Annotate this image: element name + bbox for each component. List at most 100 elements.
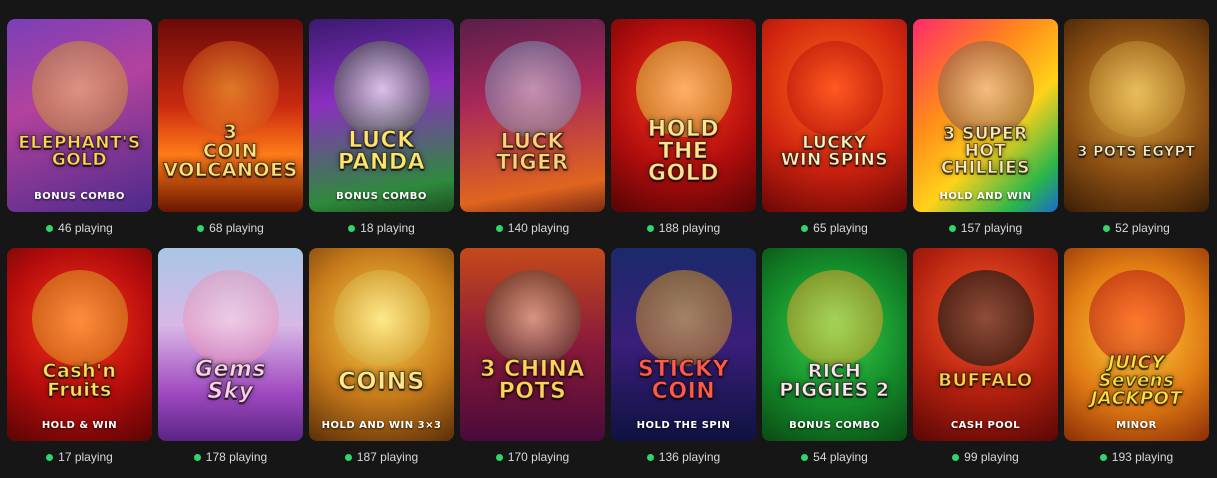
game-title: 3 SUPER HOT CHILLIES — [941, 124, 1030, 178]
game-card-luck-of-panda[interactable]: LUCK PANDA BONUS COMBO 18 playing — [309, 19, 454, 236]
game-title: JUICY Sevens JACKPOT — [1090, 351, 1183, 409]
online-dot-icon — [46, 453, 54, 461]
game-subtitle: BONUS COMBO — [336, 191, 427, 202]
elephant-icon — [31, 41, 128, 137]
game-card-gems-sky[interactable]: Gems Sky 178 playing — [158, 248, 303, 465]
player-count: 187 playing — [344, 449, 418, 465]
player-count: 18 playing — [348, 220, 415, 236]
game-subtitle: MINOR — [1116, 420, 1157, 431]
player-count: 46 playing — [46, 220, 113, 236]
game-card-3-china-pots[interactable]: 3 CHINA POTS 170 playing — [460, 248, 605, 465]
player-count: 140 playing — [495, 220, 569, 236]
game-thumbnail[interactable]: 3 POTS EGYPT — [1064, 19, 1209, 212]
player-count: 99 playing — [952, 449, 1019, 465]
game-title: 3 POTS EGYPT — [1077, 143, 1196, 160]
game-title: LUCK TIGER — [496, 128, 569, 174]
player-count: 178 playing — [193, 449, 267, 465]
game-title: BUFFALO — [938, 369, 1033, 391]
game-thumbnail[interactable]: 3 COIN VOLCANOES — [158, 19, 303, 212]
game-title: Cash'n Fruits — [42, 359, 117, 401]
game-title: STICKY COIN — [637, 356, 730, 404]
game-card-rich-piggies-2[interactable]: RICH PIGGIES 2 BONUS COMBO 54 playing — [762, 248, 907, 465]
empress-icon — [484, 270, 581, 366]
coin-stack-icon — [635, 270, 732, 366]
game-card-lucky-win-spins[interactable]: LUCKY WIN SPINS 65 playing — [762, 19, 907, 236]
game-card-elephants-gold[interactable]: ELEPHANT'S GOLD BONUS COMBO 46 playing — [7, 19, 152, 236]
game-title: LUCK PANDA — [337, 127, 426, 175]
game-subtitle: HOLD THE SPIN — [636, 420, 731, 431]
game-card-hold-the-gold[interactable]: HOLD THE GOLD 188 playing — [611, 19, 756, 236]
game-card-juicy-sevens-jackpot[interactable]: JUICY Sevens JACKPOT MINOR 193 playing — [1064, 248, 1209, 465]
game-title: 3 COIN VOLCANOES — [163, 121, 298, 181]
game-card-luck-of-tiger[interactable]: LUCK TIGER 140 playing — [460, 19, 605, 236]
online-dot-icon — [801, 453, 809, 461]
online-dot-icon — [495, 453, 503, 461]
game-card-3-pots-of-egypt[interactable]: 3 POTS EGYPT 52 playing — [1064, 19, 1209, 236]
game-thumbnail[interactable]: 3 CHINA POTS — [460, 248, 605, 441]
gold-pot-icon — [1088, 41, 1185, 137]
princess-icon — [182, 270, 279, 366]
online-dot-icon — [646, 453, 654, 461]
online-dot-icon — [495, 224, 503, 232]
player-count: 65 playing — [801, 220, 868, 236]
player-count: 170 playing — [495, 449, 569, 465]
player-count: 188 playing — [646, 220, 720, 236]
game-thumbnail[interactable]: JUICY Sevens JACKPOT MINOR — [1064, 248, 1209, 441]
player-count: 157 playing — [948, 220, 1022, 236]
game-thumbnail[interactable]: LUCK PANDA BONUS COMBO — [309, 19, 454, 212]
game-title: COINS — [338, 366, 425, 395]
player-count: 17 playing — [46, 449, 113, 465]
game-title: HOLD THE GOLD — [647, 116, 720, 186]
game-thumbnail[interactable]: BUFFALO CASH POOL — [913, 248, 1058, 441]
online-dot-icon — [801, 224, 809, 232]
game-card-3-coin-volcanoes[interactable]: 3 COIN VOLCANOES 68 playing — [158, 19, 303, 236]
player-count: 54 playing — [801, 449, 868, 465]
online-dot-icon — [646, 224, 654, 232]
game-thumbnail[interactable]: ELEPHANT'S GOLD BONUS COMBO — [7, 19, 152, 212]
online-dot-icon — [344, 453, 352, 461]
game-grid: ELEPHANT'S GOLD BONUS COMBO 46 playing 3… — [7, 19, 1209, 465]
game-title: Gems Sky — [195, 356, 267, 404]
game-thumbnail[interactable]: RICH PIGGIES 2 BONUS COMBO — [762, 248, 907, 441]
game-thumbnail[interactable]: Gems Sky — [158, 248, 303, 441]
game-card-coins[interactable]: COINS HOLD AND WIN 3×3 187 playing — [309, 248, 454, 465]
player-count: 52 playing — [1103, 220, 1170, 236]
game-subtitle: BONUS COMBO — [789, 420, 880, 431]
game-thumbnail[interactable]: 3 SUPER HOT CHILLIES HOLD AND WIN — [913, 19, 1058, 212]
game-card-sticky-coin[interactable]: STICKY COIN HOLD THE SPIN 136 playing — [611, 248, 756, 465]
buffalo-icon — [937, 270, 1034, 366]
game-card-cash-n-fruits[interactable]: Cash'n Fruits HOLD & WIN 17 playing — [7, 248, 152, 465]
lucky-seven-icon — [31, 270, 128, 366]
piggy-bank-icon — [786, 270, 883, 366]
game-thumbnail[interactable]: COINS HOLD AND WIN 3×3 — [309, 248, 454, 441]
game-subtitle: CASH POOL — [950, 420, 1021, 431]
player-count: 68 playing — [197, 220, 264, 236]
gold-coin-icon — [333, 270, 430, 366]
online-dot-icon — [952, 453, 960, 461]
player-count: 193 playing — [1099, 449, 1173, 465]
lucky-seven-icon — [786, 41, 883, 137]
online-dot-icon — [948, 224, 956, 232]
mariachi-icon — [937, 41, 1034, 137]
online-dot-icon — [348, 224, 356, 232]
game-subtitle: HOLD AND WIN 3×3 — [321, 420, 442, 431]
game-subtitle: HOLD AND WIN — [939, 191, 1032, 202]
game-thumbnail[interactable]: Cash'n Fruits HOLD & WIN — [7, 248, 152, 441]
online-dot-icon — [46, 224, 54, 232]
online-dot-icon — [1103, 224, 1111, 232]
game-card-3-super-hot-chillies[interactable]: 3 SUPER HOT CHILLIES HOLD AND WIN 157 pl… — [913, 19, 1058, 236]
game-card-buffalo[interactable]: BUFFALO CASH POOL 99 playing — [913, 248, 1058, 465]
game-thumbnail[interactable]: STICKY COIN HOLD THE SPIN — [611, 248, 756, 441]
game-subtitle: BONUS COMBO — [34, 191, 125, 202]
game-thumbnail[interactable]: LUCK TIGER — [460, 19, 605, 212]
tiger-icon — [484, 41, 581, 137]
game-thumbnail[interactable]: HOLD THE GOLD — [611, 19, 756, 212]
game-title: 3 CHINA POTS — [480, 356, 585, 404]
online-dot-icon — [197, 224, 205, 232]
game-title: RICH PIGGIES 2 — [779, 359, 890, 401]
panda-icon — [333, 41, 430, 137]
game-subtitle: HOLD & WIN — [41, 420, 118, 431]
game-title: ELEPHANT'S GOLD — [18, 132, 141, 170]
game-thumbnail[interactable]: LUCKY WIN SPINS — [762, 19, 907, 212]
online-dot-icon — [193, 453, 201, 461]
